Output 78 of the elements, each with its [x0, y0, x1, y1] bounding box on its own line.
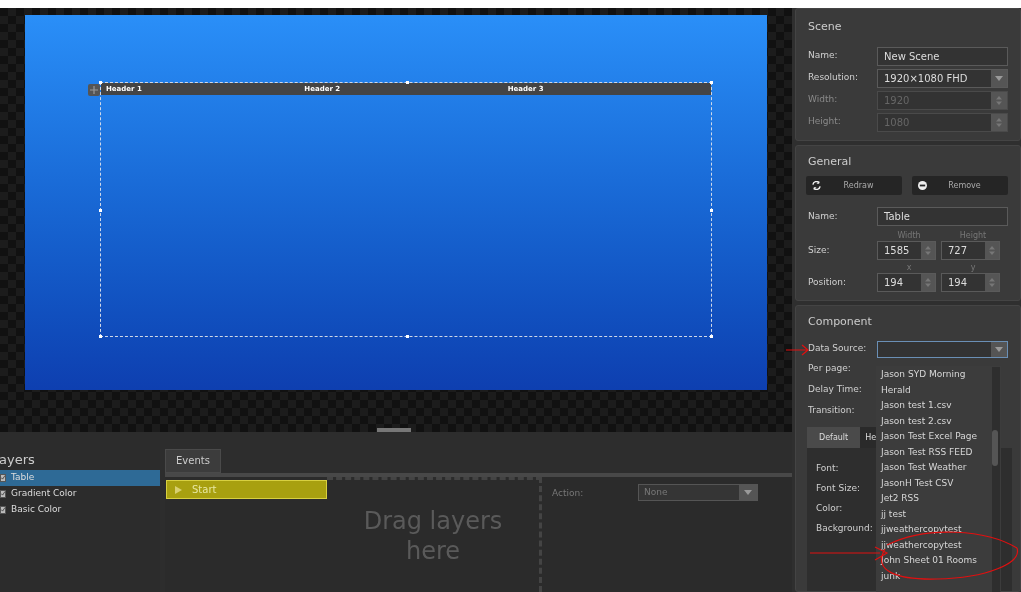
field-label: Width:: [808, 93, 839, 107]
field-label: Position:: [808, 275, 848, 289]
dropdown-item[interactable]: junk: [881, 568, 992, 584]
panel-title: ayers: [0, 451, 36, 469]
dropdown-item[interactable]: Herald: [881, 382, 992, 398]
resize-handle[interactable]: [406, 335, 409, 338]
dropdown-item[interactable]: jjweathercopytest: [881, 537, 992, 553]
number-field[interactable]: 194: [877, 273, 936, 292]
layer-item[interactable]: Gradient Color: [0, 485, 160, 502]
dropdown-item[interactable]: Jet2 RSS: [881, 491, 992, 507]
dropdown-item[interactable]: Jason Test Weather: [881, 460, 992, 476]
dropdown-item[interactable]: jjweathercopytest: [881, 522, 992, 538]
field-label: Name:: [808, 209, 839, 223]
dropdown-item[interactable]: Jason test 2.csv: [881, 413, 992, 429]
dropdown-item[interactable]: Jason Test Excel Page: [881, 429, 992, 445]
text-field[interactable]: Table: [877, 207, 1008, 226]
field-label: Size:: [808, 243, 831, 257]
axis-label: Width: [896, 230, 922, 241]
section-title: Component: [808, 314, 873, 330]
checkbox[interactable]: [0, 473, 6, 482]
field-label: Font Size:: [816, 481, 861, 495]
action-label: Action:: [552, 487, 585, 500]
resize-handle[interactable]: [710, 81, 713, 84]
field-label: Height:: [808, 115, 842, 129]
minus-circle-icon: [918, 181, 927, 190]
spinner-arrows-icon: [925, 278, 931, 287]
panel-splitter-handle[interactable]: [377, 428, 411, 432]
resize-handle[interactable]: [406, 81, 409, 84]
field-label: Name:: [808, 49, 839, 63]
resize-handle[interactable]: [710, 335, 713, 338]
remove-button[interactable]: Remove: [912, 176, 1008, 195]
field-label: Background:: [816, 521, 874, 535]
field-label: Font:: [816, 461, 840, 475]
checkbox[interactable]: [0, 489, 6, 498]
annotation-arrow-drawing: [786, 344, 810, 356]
redraw-button[interactable]: Redraw: [806, 176, 902, 195]
section-title: General: [808, 153, 853, 170]
layer-item[interactable]: Table: [0, 469, 160, 486]
section-title: Scene: [808, 19, 843, 35]
dropdown-item[interactable]: Jason test 1.csv: [881, 398, 992, 414]
number-field[interactable]: 194: [941, 273, 1000, 292]
spinner-arrows-icon: [925, 246, 931, 255]
resize-handle[interactable]: [99, 209, 102, 212]
spinner-arrows-icon: [989, 278, 995, 287]
events-tab[interactable]: Events: [165, 449, 221, 473]
dropdown-item[interactable]: Jason SYD Morning: [881, 367, 992, 383]
style-tab[interactable]: Default: [807, 426, 861, 448]
resize-handle[interactable]: [99, 81, 102, 84]
field-label: Color:: [816, 501, 844, 515]
scrollbar-track[interactable]: [992, 367, 1000, 592]
dropdown-item[interactable]: Jason Test RSS FEED: [881, 444, 992, 460]
play-icon: [175, 485, 182, 494]
field-label: Resolution:: [808, 71, 860, 85]
caret-icon: [995, 346, 1003, 352]
dropdown-item[interactable]: JasonH Test CSV: [881, 475, 992, 491]
checkbox[interactable]: [0, 505, 6, 514]
layer-item[interactable]: Basic Color: [0, 501, 160, 518]
field-label: Per page:: [808, 361, 852, 375]
refresh-icon: [812, 181, 821, 190]
resize-handle[interactable]: [99, 335, 102, 338]
resize-handle[interactable]: [710, 209, 713, 212]
spinner-arrows-icon: [996, 117, 1002, 127]
dropdown-item[interactable]: jj test: [881, 506, 992, 522]
move-handle-icon[interactable]: [88, 84, 100, 96]
caret-icon: [995, 75, 1003, 81]
spinner-arrows-icon: [996, 95, 1002, 105]
scrollbar-thumb[interactable]: [992, 430, 998, 466]
axis-label: Height: [958, 230, 988, 241]
text-field[interactable]: New Scene: [877, 46, 1008, 66]
field-label: Data Source:: [808, 342, 868, 356]
number-field[interactable]: 727: [941, 241, 1000, 260]
caret-icon: [744, 490, 752, 495]
number-field[interactable]: 1585: [877, 241, 936, 260]
data-source-select[interactable]: [877, 340, 1008, 358]
field-label: Delay Time:: [808, 382, 863, 396]
field-label: Transition:: [808, 403, 856, 417]
spinner-arrows-icon: [989, 246, 995, 255]
select-field[interactable]: 1920×1080 FHD: [877, 68, 1008, 88]
